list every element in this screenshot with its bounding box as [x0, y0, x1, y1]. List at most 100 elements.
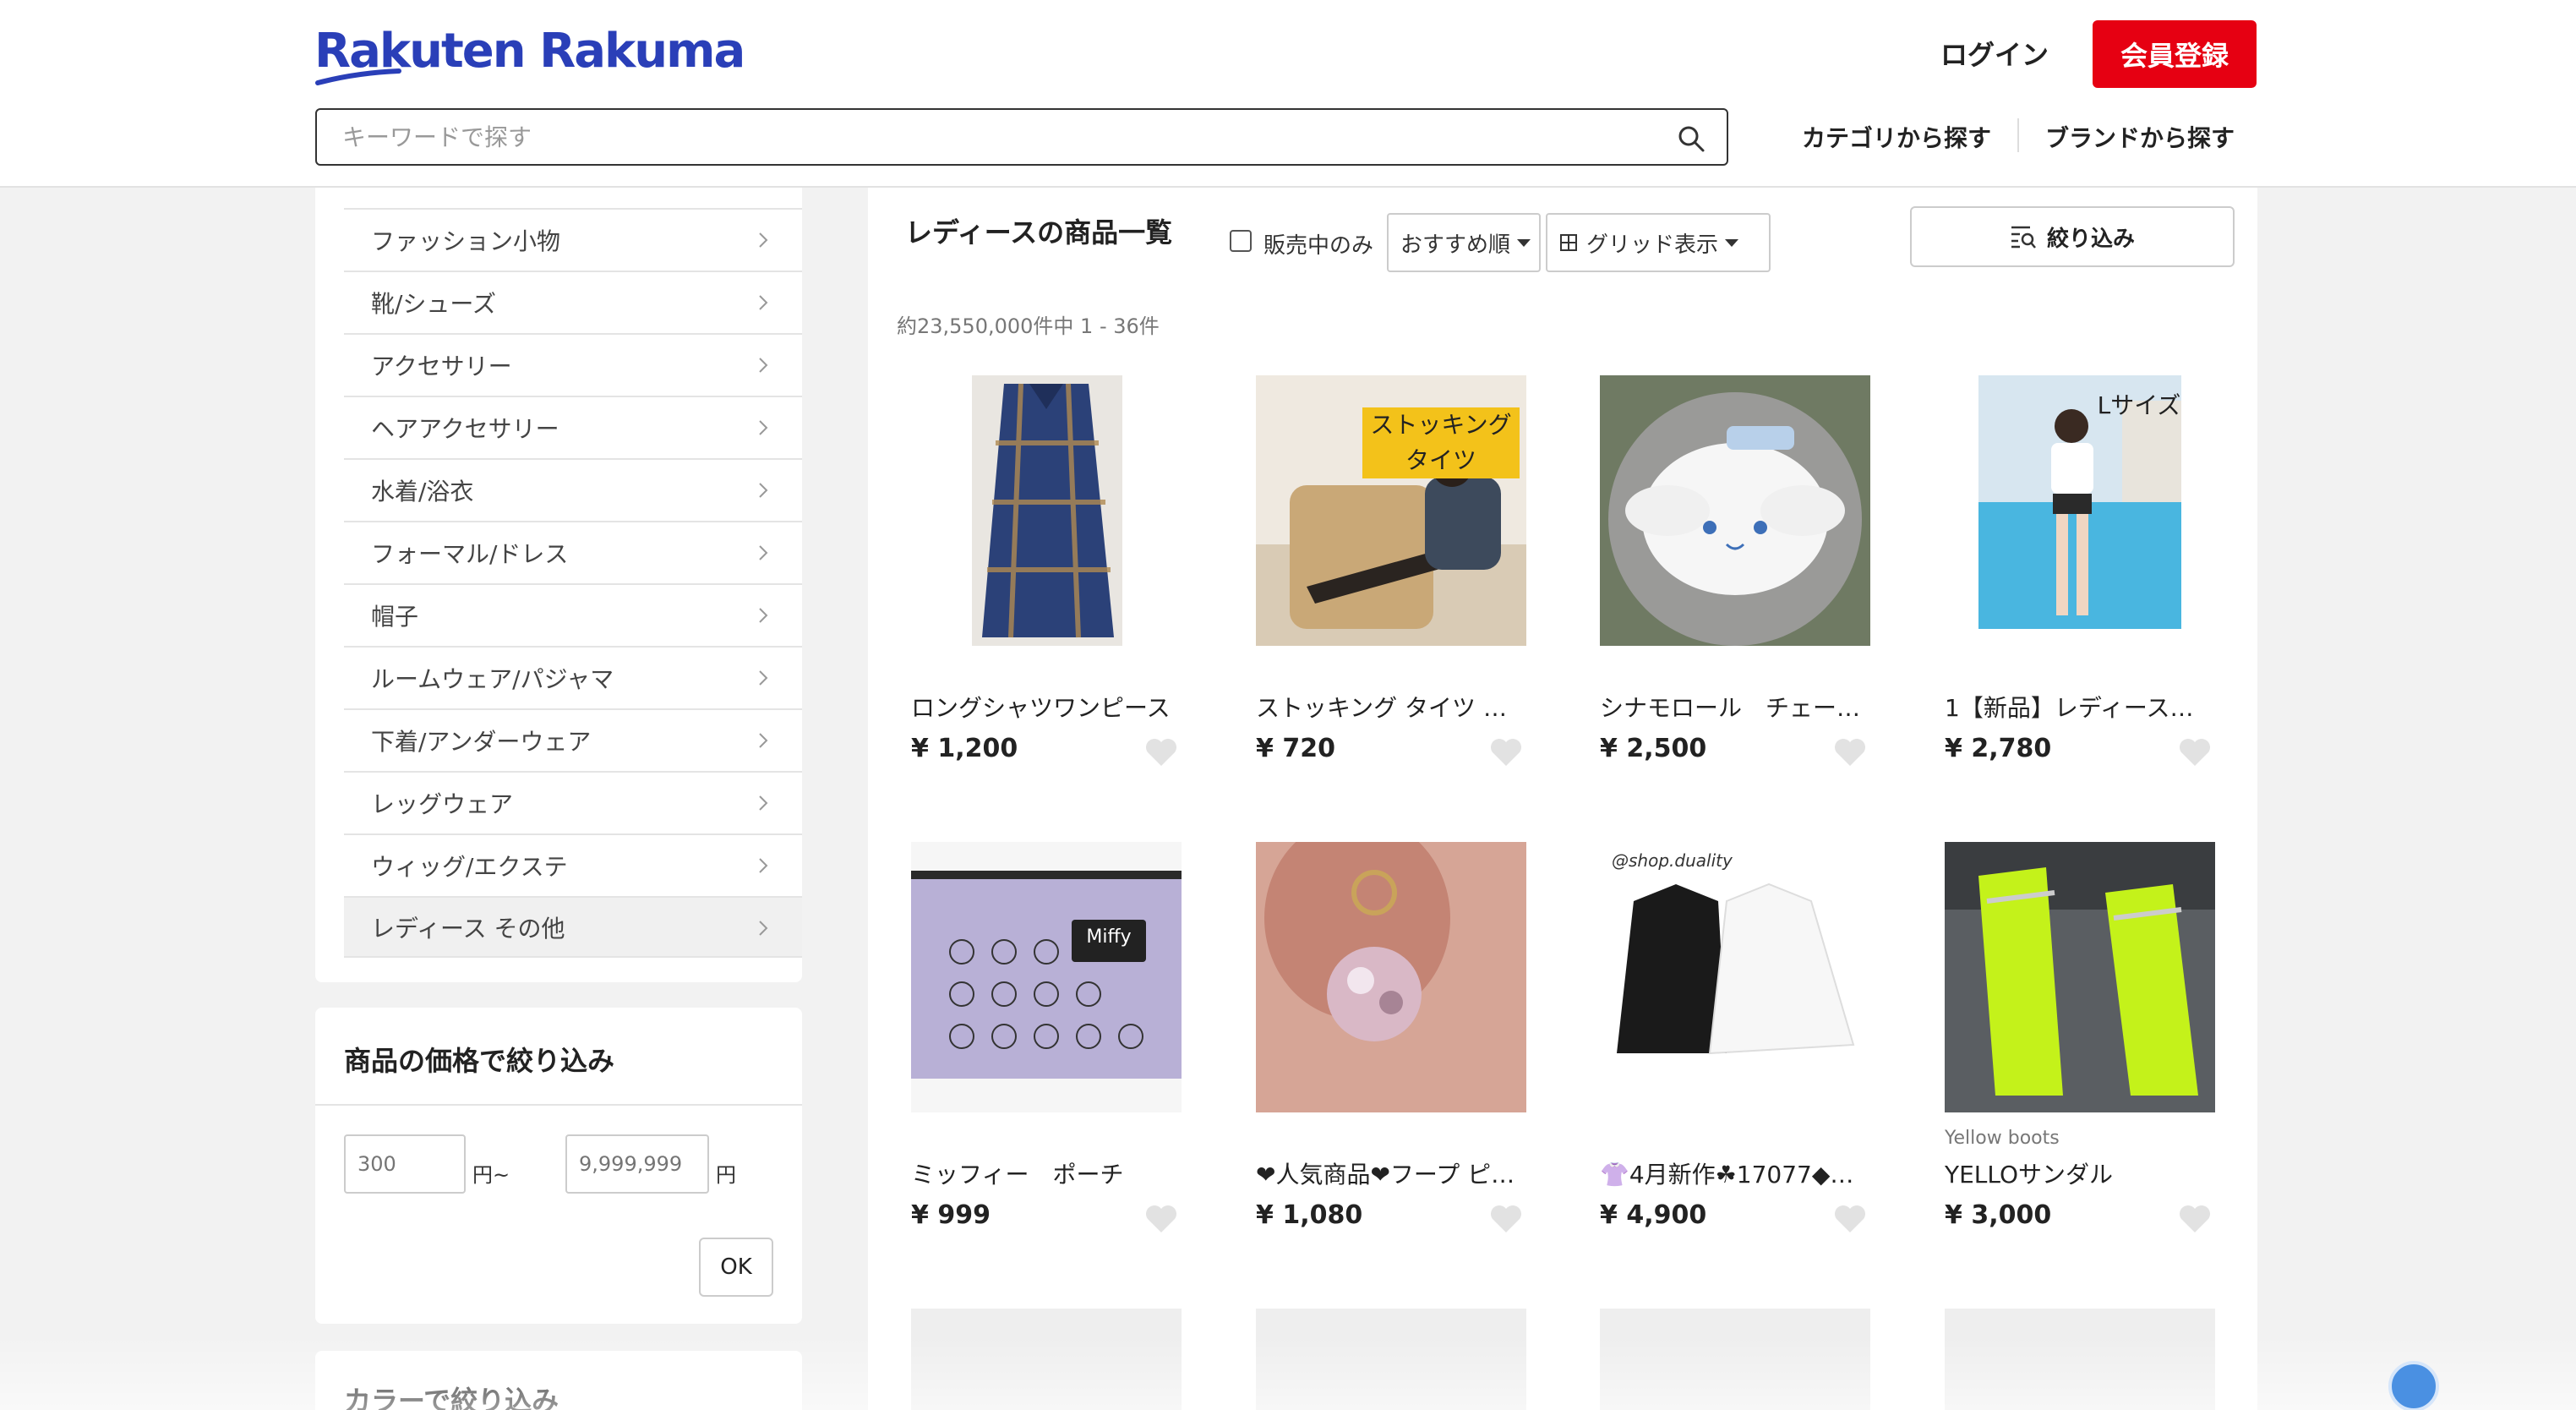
- product-image-placeholder[interactable]: [1600, 1309, 1870, 1410]
- heart-icon[interactable]: [2178, 1204, 2212, 1234]
- product-card[interactable]: Miffy ミッフィー ポーチ ¥ 999: [911, 842, 1190, 1282]
- product-image[interactable]: ストッキング タイツ: [1256, 375, 1526, 646]
- price-max-unit: 円: [716, 1163, 736, 1187]
- product-overlay-label: Miffy: [1086, 926, 1132, 948]
- chevron-right-icon: [759, 733, 768, 748]
- color-filter-panel: カラーで絞り込み: [315, 1351, 802, 1410]
- price-min-input[interactable]: [344, 1134, 466, 1194]
- on-sale-checkbox[interactable]: [1230, 230, 1252, 252]
- price-max-input[interactable]: [565, 1134, 709, 1194]
- chevron-right-icon: [759, 483, 768, 498]
- product-card[interactable]: Lサイズ 1【新品】レディース水… ¥ 2,780: [1945, 375, 2224, 815]
- search-icon[interactable]: [1676, 123, 1706, 154]
- product-price: ¥ 999: [911, 1200, 991, 1230]
- category-label: 靴/シューズ: [371, 289, 497, 318]
- heart-icon[interactable]: [1144, 1204, 1178, 1234]
- category-label: レッグウェア: [371, 790, 514, 818]
- product-photo-pouch: [911, 842, 1182, 1112]
- view-select[interactable]: グリッド表示: [1546, 213, 1771, 272]
- category-item[interactable]: 帽子: [344, 583, 802, 645]
- product-image[interactable]: Miffy: [911, 842, 1182, 1112]
- product-image[interactable]: [1600, 375, 1870, 646]
- product-image-placeholder[interactable]: [1256, 1309, 1526, 1410]
- product-image[interactable]: [1945, 842, 2215, 1112]
- signup-button[interactable]: 会員登録: [2093, 20, 2257, 88]
- product-photo-sandals: [1945, 842, 2215, 1112]
- category-label: フォーマル/ドレス: [371, 539, 569, 568]
- product-card[interactable]: シナモロール チェー… ¥ 2,500: [1600, 375, 1879, 815]
- narrow-label: 絞り込み: [2046, 226, 2135, 252]
- product-photo-cinnamoroll: [1600, 375, 1870, 646]
- product-card[interactable]: ロングシャツワンピース ¥ 1,200: [911, 375, 1190, 815]
- category-label: 帽子: [371, 602, 419, 631]
- nav-category-link[interactable]: カテゴリから探す: [1802, 120, 1991, 154]
- caret-down-icon: [1725, 238, 1739, 247]
- category-item[interactable]: ヘアアクセサリー: [344, 396, 802, 457]
- category-item[interactable]: 靴/シューズ: [344, 271, 802, 332]
- narrow-button[interactable]: 絞り込み: [1910, 206, 2235, 267]
- product-image[interactable]: [911, 375, 1182, 646]
- product-name[interactable]: ❤人気商品❤フープ ピ…: [1256, 1156, 1518, 1190]
- product-name[interactable]: シナモロール チェー…: [1600, 690, 1862, 724]
- product-image[interactable]: Lサイズ: [1945, 375, 2215, 646]
- product-card[interactable]: @shop.duality 👚4月新作☘17077◆2… ¥ 4,900: [1600, 842, 1879, 1282]
- category-item[interactable]: レディース その他: [344, 896, 802, 958]
- chevron-right-icon: [759, 921, 768, 936]
- heart-icon[interactable]: [1833, 1204, 1867, 1234]
- product-price: ¥ 1,200: [911, 734, 1018, 763]
- category-item[interactable]: 水着/浴衣: [344, 458, 802, 520]
- grid-icon: [1560, 234, 1577, 251]
- sort-select[interactable]: おすすめ順: [1387, 213, 1541, 272]
- category-item[interactable]: 下着/アンダーウェア: [344, 708, 802, 770]
- divider: [315, 1104, 802, 1106]
- product-price: ¥ 3,000: [1945, 1200, 2052, 1230]
- category-item[interactable]: ルームウェア/パジャマ: [344, 646, 802, 708]
- product-card[interactable]: ストッキング タイツ ストッキング タイツ … ¥ 720: [1256, 375, 1535, 815]
- category-item[interactable]: ウィッグ/エクステ: [344, 833, 802, 895]
- search-input[interactable]: [342, 118, 1661, 156]
- category-item[interactable]: アクセサリー: [344, 333, 802, 395]
- product-card[interactable]: Yellow boots YELLOサンダル ¥ 3,000: [1945, 842, 2224, 1282]
- chevron-right-icon: [759, 795, 768, 811]
- heart-icon[interactable]: [1489, 737, 1523, 768]
- product-name[interactable]: 👚4月新作☘17077◆2…: [1600, 1156, 1862, 1190]
- category-label: ルームウェア/パジャマ: [371, 664, 614, 693]
- category-item[interactable]: ファッション小物: [344, 208, 802, 270]
- product-price: ¥ 2,780: [1945, 734, 2052, 763]
- price-ok-button[interactable]: OK: [699, 1238, 773, 1297]
- product-overlay-label: Lサイズ: [2097, 391, 2181, 419]
- price-filter-title: 商品の価格で絞り込み: [344, 1045, 615, 1077]
- chevron-right-icon: [759, 545, 768, 560]
- heart-icon[interactable]: [1489, 1204, 1523, 1234]
- heart-icon[interactable]: [2178, 737, 2212, 768]
- product-name[interactable]: ストッキング タイツ …: [1256, 690, 1518, 724]
- product-image-placeholder[interactable]: [911, 1309, 1182, 1410]
- heart-icon[interactable]: [1833, 737, 1867, 768]
- logo-swoosh-icon: [315, 68, 401, 85]
- site-header: Rakuten Rakuma ログイン 会員登録 カテゴリから探す ブランドから…: [0, 0, 2576, 188]
- price-filter-panel: 商品の価格で絞り込み 円~ 円 OK: [315, 1008, 802, 1324]
- product-price: ¥ 4,900: [1600, 1200, 1707, 1230]
- nav-brand-link[interactable]: ブランドから探す: [2045, 120, 2235, 154]
- product-name[interactable]: ロングシャツワンピース: [911, 690, 1173, 724]
- search-bar: [315, 108, 1728, 166]
- product-name[interactable]: 1【新品】レディース水…: [1945, 690, 2207, 724]
- result-count: 約23,550,000件中 1 - 36件: [897, 314, 1160, 338]
- chevron-right-icon: [759, 358, 768, 373]
- login-link[interactable]: ログイン: [1940, 34, 2049, 73]
- on-sale-label[interactable]: 販売中のみ: [1263, 228, 1373, 260]
- product-photo-dress: [911, 375, 1182, 646]
- product-image[interactable]: [1256, 842, 1526, 1112]
- chevron-right-icon: [759, 232, 768, 248]
- assistant-icon[interactable]: [2388, 1361, 2439, 1410]
- price-min-unit: 円~: [472, 1163, 510, 1187]
- product-name[interactable]: ミッフィー ポーチ: [911, 1156, 1173, 1190]
- product-image[interactable]: @shop.duality: [1600, 842, 1870, 1112]
- heart-icon[interactable]: [1144, 737, 1178, 768]
- category-list: ファッション小物 靴/シューズ アクセサリー ヘアアクセサリー 水着/浴衣 フォ…: [315, 188, 802, 982]
- product-image-placeholder[interactable]: [1945, 1309, 2215, 1410]
- product-card[interactable]: ❤人気商品❤フープ ピ… ¥ 1,080: [1256, 842, 1535, 1282]
- category-item[interactable]: レッグウェア: [344, 771, 802, 833]
- product-name[interactable]: YELLOサンダル: [1945, 1156, 2207, 1190]
- category-item[interactable]: フォーマル/ドレス: [344, 521, 802, 582]
